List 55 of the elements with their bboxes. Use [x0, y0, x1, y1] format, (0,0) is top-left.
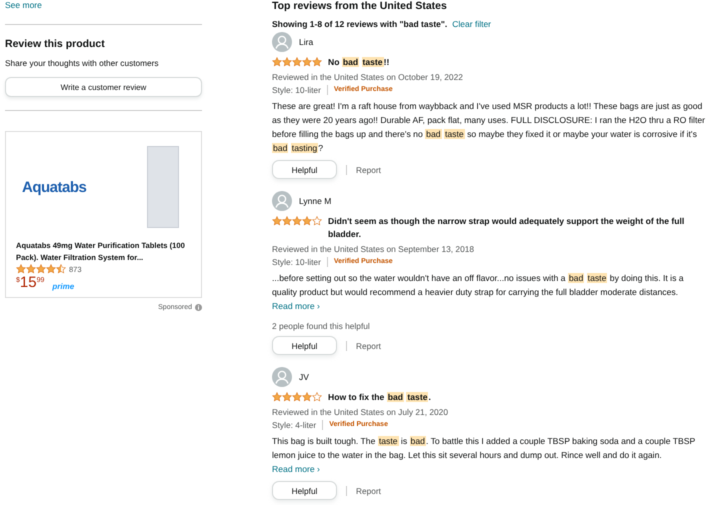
prime-label: prime — [52, 282, 74, 291]
read-more-link[interactable]: Read more › — [272, 301, 320, 311]
star-icon — [282, 216, 292, 226]
reviewer-name[interactable]: Lynne M — [299, 196, 332, 206]
helpful-button[interactable]: Helpful — [272, 481, 337, 500]
report-link[interactable]: Report — [356, 486, 381, 496]
star-icon — [272, 392, 282, 402]
review-text: ...before setting out so the water wouldn't have an off flavor...no issues with a bad taste by doing this. It is a quality product but would recommend a heavier duty strap for carrying the full bladder moderate distances. Read more › — [272, 272, 685, 313]
star-icon — [302, 57, 312, 67]
brand-logo: Aquatabs — [22, 178, 86, 196]
review-date: Reviewed in the United States on July 21, 2020 — [272, 406, 449, 418]
reviewer-name[interactable]: Lira — [299, 36, 314, 46]
write-review-button[interactable]: Write a customer review — [5, 77, 202, 97]
section-heading: Review this product — [5, 38, 106, 50]
reviewer-name[interactable]: JV — [299, 372, 309, 382]
star-icon — [302, 216, 312, 226]
read-more-link[interactable]: Read more › — [272, 464, 320, 474]
star-icon — [46, 264, 56, 274]
report-link[interactable]: Report — [356, 164, 381, 174]
review-title[interactable]: Didn't seem as though the narrow strap would adequately support the weight of the full bladder. — [328, 215, 710, 241]
style-label[interactable]: Style: 10-liter — [272, 256, 321, 268]
star-icon — [36, 264, 46, 274]
filter-summary: Showing 1-8 of 12 reviews with "bad taste". — [272, 19, 448, 29]
star-icon — [292, 216, 302, 226]
info-icon[interactable] — [195, 304, 202, 311]
avatar-icon — [272, 190, 292, 210]
style-label[interactable]: Style: 4-liter — [272, 419, 316, 431]
star-icon — [26, 264, 36, 274]
helpful-button[interactable]: Helpful — [272, 160, 337, 179]
review-title[interactable]: How to fix the bad taste. — [328, 391, 431, 404]
star-icon — [282, 57, 292, 67]
review-date: Reviewed in the United States on September 13, 2018 — [272, 243, 476, 255]
helpful-button[interactable]: Helpful — [272, 336, 337, 355]
star-icon — [292, 57, 302, 67]
clear-filter-link[interactable]: Clear filter — [452, 19, 492, 29]
see-more-link[interactable]: See more — [5, 0, 202, 11]
star-icon — [292, 392, 302, 402]
review-title[interactable]: No bad taste!! — [328, 56, 390, 69]
avatar-icon — [272, 32, 292, 52]
half-star-icon — [56, 264, 66, 274]
report-link[interactable]: Report — [356, 340, 381, 350]
helpful-count: 2 people found this helpful — [272, 321, 371, 331]
star-icon — [282, 392, 292, 402]
star-icon — [272, 216, 282, 226]
star-icon — [312, 57, 322, 67]
star-icon — [16, 264, 26, 274]
review-date: Reviewed in the United States on October 19, 2022 — [272, 71, 464, 83]
review-text: This bag is built tough. The taste is bad. To battle this I added a couple TBSP baking soda and a couple TBSP lemon juice to the water in the bag. Let this sit several hours and dump out. Rince well and do it again. Read more › — [272, 435, 696, 476]
star-icon — [272, 57, 282, 67]
style-label[interactable]: Style: 10-liter — [272, 84, 321, 96]
section-subtext: Share your thoughts with other customers — [5, 58, 160, 68]
section-heading: Top reviews from the United States — [272, 0, 448, 12]
avatar-icon — [272, 366, 292, 386]
star-icon — [302, 392, 312, 402]
review-text: These are great! I'm a raft house from waybback and I've used MSR products a lot!! These bags are just as good as they were 20 years ago!! Durable AF, pack flat, many uses. FULL DISCLOSURE: I ran the H2O thru a RO filter before filling the bags up and there's no bad taste so maybe they fixed it or maybe your water is corrosive if it's bad tasting? — [272, 100, 706, 155]
